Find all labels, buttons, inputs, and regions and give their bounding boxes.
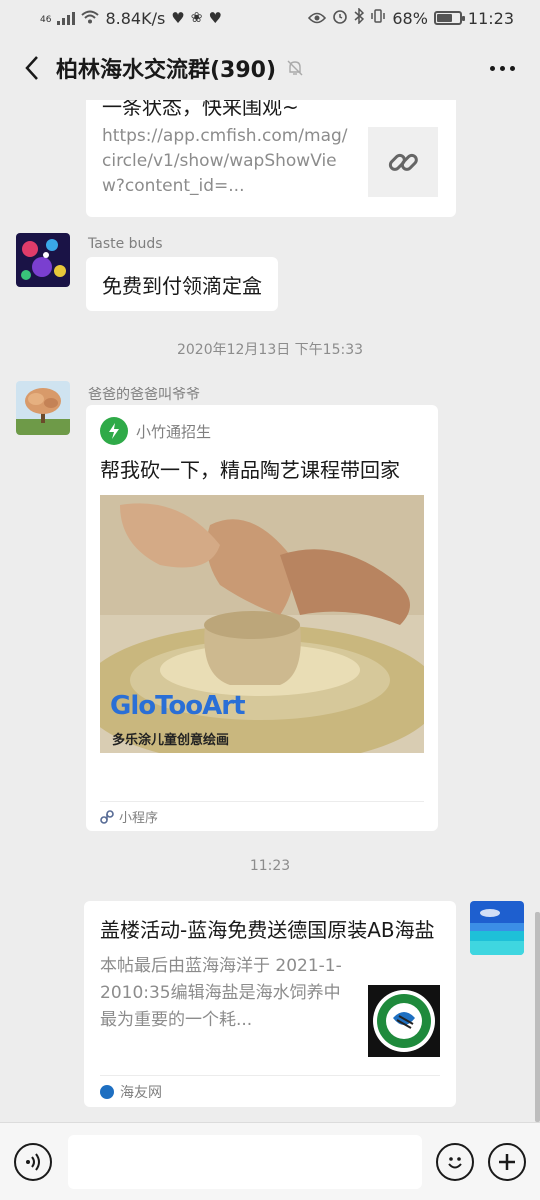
link-card-message[interactable]: 一条状态，快来围观~ https://app.cmfish.com/mag/ci… (86, 100, 456, 217)
link-thumbnail (368, 985, 440, 1057)
mini-program-card[interactable]: 小竹通招生 帮我砍一下，精品陶艺课程带回家 GloTooArt 多乐涂儿童创意绘… (86, 405, 438, 831)
eye-icon (308, 9, 327, 28)
link-card-url: https://app.cmfish.com/mag/circle/v1/sho… (102, 126, 348, 196)
scrollbar[interactable] (535, 912, 540, 1122)
more-button[interactable] (482, 48, 522, 88)
alarm-icon (332, 8, 348, 28)
link-card-footer: 海友网 (100, 1075, 440, 1107)
back-button[interactable] (18, 48, 46, 88)
link-icon (368, 127, 438, 197)
bluetooth-icon (354, 7, 365, 28)
timestamp: 2020年12月13日 下午15:33 (176, 342, 364, 358)
mini-program-logo-icon (100, 417, 128, 445)
chat-header: 柏林海水交流群(390) (0, 36, 540, 100)
battery-icon (433, 11, 465, 25)
vibrate-icon (370, 8, 386, 28)
heart-icon: ♥ (171, 9, 185, 27)
chat-area[interactable]: 一条状态，快来围观~ https://app.cmfish.com/mag/ci… (0, 100, 540, 1122)
app-notification-icon: ❀ (190, 10, 203, 26)
sender-name: Taste buds (88, 236, 163, 252)
input-bar (0, 1122, 540, 1200)
add-button[interactable] (488, 1142, 526, 1181)
battery-percent: 68% (392, 8, 428, 28)
timestamp: 11:23 (249, 858, 291, 874)
link-card-description: 本帖最后由蓝海海洋于 2021-1-2010:35编辑海盐是海水饲养中最为重要的… (100, 956, 342, 1030)
message-input[interactable] (68, 1134, 422, 1189)
image-brand-text: GloTooArt (110, 691, 245, 721)
link-card-title: 盖楼活动-蓝海免费送德国原装AB海盐 (100, 918, 435, 942)
mini-program-title: 帮我砍一下，精品陶艺课程带回家 (100, 458, 400, 482)
mini-program-source: 小竹通招生 (100, 417, 424, 445)
mini-program-footer: 小程序 (100, 801, 424, 831)
mini-program-icon (100, 809, 114, 824)
my-avatar[interactable] (470, 901, 524, 955)
wifi-icon (81, 9, 100, 28)
voice-icon (26, 1152, 40, 1171)
link-card-source: 海友网 (120, 1084, 162, 1101)
status-bar: 46 8.84K/s ♥ ❀ ♥ 68% 11:23 (0, 0, 540, 36)
battery-fill (436, 14, 452, 22)
add-icon (499, 1153, 515, 1170)
sender-name: 爸爸的爸爸叫爷爷 (88, 387, 200, 403)
group-title: 柏林海水交流群(390) (56, 58, 277, 83)
emoji-button[interactable] (436, 1142, 474, 1181)
link-card-title: 一条状态，快来围观~ (102, 100, 299, 119)
network-type: 46 (40, 14, 52, 25)
mute-bell-icon (286, 59, 304, 77)
text-message[interactable]: 免费到付领滴定盒 (86, 257, 278, 311)
mini-program-image: GloTooArt 多乐涂儿童创意绘画 (100, 495, 424, 753)
signal-icon (57, 11, 76, 25)
mini-program-label: 小程序 (119, 811, 159, 826)
source-logo-icon (100, 1084, 114, 1099)
image-tagline-text: 多乐涂儿童创意绘画 (112, 733, 230, 748)
heart-icon-2: ♥ (208, 9, 222, 27)
link-card-message[interactable]: 盖楼活动-蓝海免费送德国原装AB海盐 本帖最后由蓝海海洋于 2021-1-201… (84, 901, 456, 1107)
emoji-icon (448, 1156, 462, 1168)
avatar[interactable] (16, 381, 70, 435)
avatar[interactable] (16, 233, 70, 287)
voice-button[interactable] (14, 1142, 52, 1181)
clock: 11:23 (467, 8, 514, 28)
mini-program-source-name: 小竹通招生 (136, 422, 212, 441)
back-arrow-icon (25, 56, 38, 80)
network-speed: 8.84K/s (105, 8, 166, 28)
